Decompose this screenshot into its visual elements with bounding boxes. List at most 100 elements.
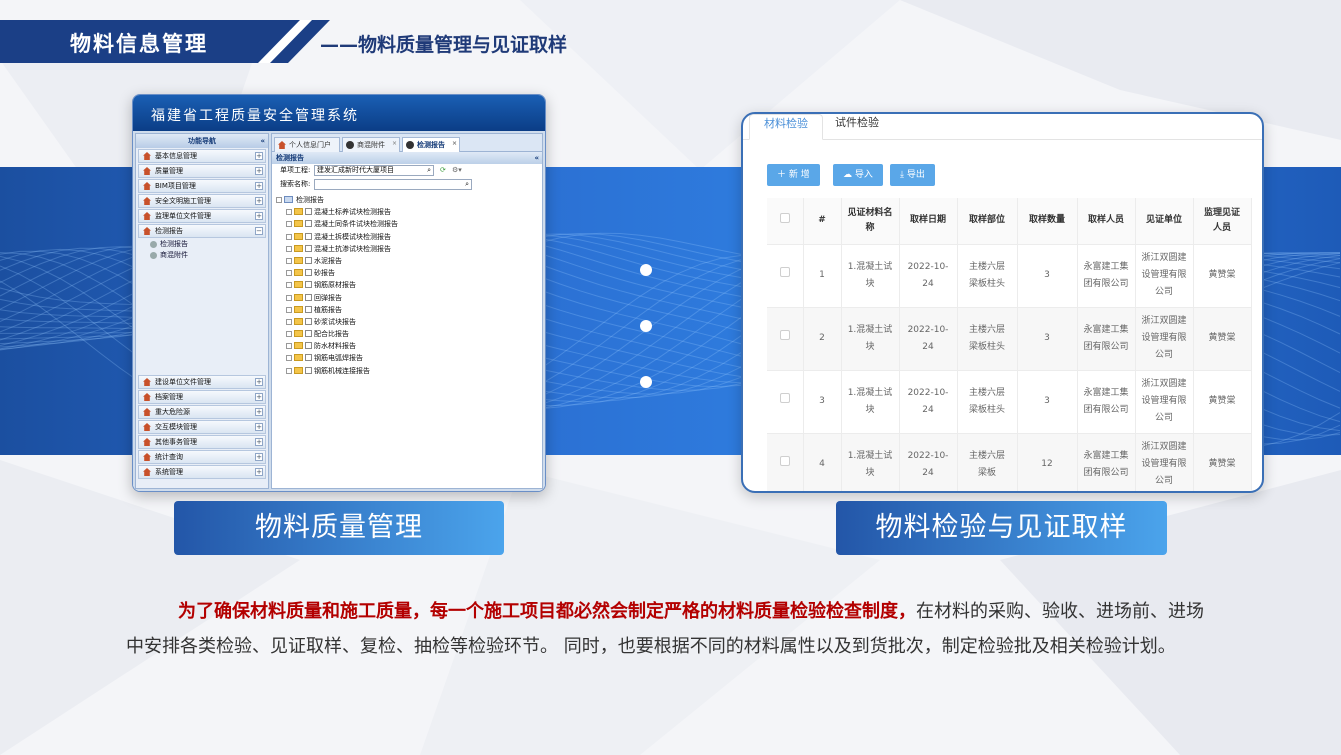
checkbox[interactable] (305, 269, 312, 277)
sidebar-subitem[interactable]: 商混附件 (136, 250, 268, 261)
checkbox[interactable] (305, 342, 312, 350)
dot-3[interactable] (640, 376, 652, 388)
collapse-icon[interactable]: « (534, 152, 539, 164)
checkbox[interactable] (305, 220, 312, 228)
tree-root[interactable]: 检测报告 (276, 194, 542, 206)
expand-toggle-icon[interactable] (286, 355, 292, 362)
checkbox[interactable] (305, 244, 312, 252)
expand-icon[interactable]: + (255, 468, 263, 476)
tree-item[interactable]: 防水材料报告 (276, 340, 542, 352)
row-checkbox[interactable] (767, 369, 804, 433)
checkbox[interactable] (305, 256, 312, 264)
expand-icon[interactable]: + (255, 423, 263, 431)
expand-toggle-icon[interactable] (286, 270, 292, 277)
checkbox[interactable] (305, 281, 312, 289)
expand-icon[interactable]: − (255, 227, 263, 235)
expand-toggle-icon[interactable] (286, 209, 292, 216)
row-checkbox[interactable] (767, 306, 804, 370)
expand-icon[interactable]: + (255, 167, 263, 175)
expand-toggle-icon[interactable] (286, 318, 292, 325)
expand-toggle-icon[interactable] (286, 343, 292, 350)
sidebar-item[interactable]: 档案管理 + (138, 390, 266, 404)
row-checkbox[interactable] (767, 243, 804, 307)
sidebar-item[interactable]: 统计查询 + (138, 450, 266, 464)
collapse-icon[interactable]: « (260, 134, 265, 148)
tab-specimen-inspection[interactable]: 试件检验 (821, 114, 893, 140)
sidebar-item[interactable]: 交互模块管理 + (138, 420, 266, 434)
table-row[interactable]: 2 1.混凝土试块 2022-10-24 主楼六层梁板柱头 3 永富建工集团有限公司 浙江双… (767, 306, 1252, 370)
expand-toggle-icon[interactable] (286, 282, 292, 289)
search-icon[interactable]: ⌕ (465, 180, 469, 189)
refresh-icon[interactable]: ⟳ (440, 164, 446, 177)
table-row[interactable]: 4 1.混凝土试块 2022-10-24 主楼六层梁板 12 永富建工集团有限公司 浙江双圆… (767, 432, 1252, 491)
export-button[interactable]: ⤓ 导出 (890, 164, 935, 186)
checkbox[interactable] (305, 305, 312, 313)
sidebar-item[interactable]: 系统管理 + (138, 465, 266, 479)
tab-test-report[interactable]: 检测报告 × (402, 137, 460, 152)
tree-item[interactable]: 钢筋机械连接报告 (276, 365, 542, 377)
expand-icon[interactable]: + (255, 393, 263, 401)
sidebar-item[interactable]: 监理单位文件管理 + (138, 209, 266, 223)
checkbox[interactable] (305, 208, 312, 216)
expand-icon[interactable]: + (255, 182, 263, 190)
collapse-toggle-icon[interactable] (276, 197, 282, 203)
table-row[interactable]: 1 1.混凝土试块 2022-10-24 主楼六层梁板柱头 3 永富建工集团有限公司 浙江双… (767, 243, 1252, 307)
tree-item[interactable]: 水泥报告 (276, 255, 542, 267)
sidebar-item[interactable]: 基本信息管理 + (138, 149, 266, 163)
sidebar-item[interactable]: 其他事务管理 + (138, 435, 266, 449)
checkbox[interactable] (305, 354, 312, 362)
table-row[interactable]: 3 1.混凝土试块 2022-10-24 主楼六层梁板柱头 3 永富建工集团有限公司 浙江双… (767, 369, 1252, 433)
checkbox[interactable] (305, 317, 312, 325)
import-button[interactable]: ☁ 导入 (833, 164, 883, 186)
tab-personal-portal[interactable]: 个人信息门户 (274, 137, 340, 152)
expand-toggle-icon[interactable] (286, 245, 292, 252)
tab-material-inspection[interactable]: 材料检验 (749, 114, 823, 140)
tree-item[interactable]: 植筋报告 (276, 304, 542, 316)
gear-icon[interactable]: ⚙▾ (452, 164, 462, 177)
close-icon[interactable]: × (392, 137, 397, 151)
sidebar-item[interactable]: BIM项目管理 + (138, 179, 266, 193)
tree-item[interactable]: 混凝土标养试块检测报告 (276, 206, 542, 218)
expand-toggle-icon[interactable] (286, 294, 292, 301)
tree-item[interactable]: 回弹报告 (276, 292, 542, 304)
dot-2[interactable] (640, 320, 652, 332)
expand-toggle-icon[interactable] (286, 331, 292, 338)
sidebar-item[interactable]: 质量管理 + (138, 164, 266, 178)
sidebar-item[interactable]: 安全文明施工管理 + (138, 194, 266, 208)
tree-item[interactable]: 混凝土同条件试块检测报告 (276, 218, 542, 230)
checkbox[interactable] (305, 293, 312, 301)
expand-icon[interactable]: + (255, 408, 263, 416)
sidebar-item[interactable]: 检测报告 − (138, 224, 266, 238)
add-button[interactable]: ＋ 新 增 (767, 164, 820, 186)
checkbox[interactable] (305, 330, 312, 338)
expand-toggle-icon[interactable] (286, 306, 292, 313)
expand-toggle-icon[interactable] (286, 257, 292, 264)
search-icon[interactable]: ⌕ (427, 166, 431, 175)
tree-item[interactable]: 配合比报告 (276, 328, 542, 340)
tab-concrete-attachment[interactable]: 商混附件 × (342, 137, 400, 152)
row-checkbox[interactable] (767, 432, 804, 491)
expand-toggle-icon[interactable] (286, 367, 292, 374)
expand-icon[interactable]: + (255, 152, 263, 160)
expand-icon[interactable]: + (255, 378, 263, 386)
expand-toggle-icon[interactable] (286, 221, 292, 228)
tree-item[interactable]: 砂浆试块报告 (276, 316, 542, 328)
expand-toggle-icon[interactable] (286, 233, 292, 240)
expand-icon[interactable]: + (255, 438, 263, 446)
checkbox[interactable] (305, 232, 312, 240)
tree-item[interactable]: 钢筋原材报告 (276, 279, 542, 291)
checkbox[interactable] (305, 366, 312, 374)
project-select[interactable]: 建发汇成新时代大厦项目 ⌕ (314, 165, 434, 176)
close-icon[interactable]: × (452, 137, 457, 151)
sidebar-item[interactable]: 重大危险源 + (138, 405, 266, 419)
sidebar-subitem[interactable]: 检测报告 (136, 239, 268, 250)
dot-1[interactable] (640, 264, 652, 276)
expand-icon[interactable]: + (255, 453, 263, 461)
tree-item[interactable]: 混凝土拆模试块检测报告 (276, 231, 542, 243)
sidebar-item[interactable]: 建设单位文件管理 + (138, 375, 266, 389)
expand-icon[interactable]: + (255, 212, 263, 220)
tree-item[interactable]: 混凝土抗渗试块检测报告 (276, 243, 542, 255)
search-input[interactable]: ⌕ (314, 179, 472, 190)
tree-item[interactable]: 钢筋电弧焊报告 (276, 352, 542, 364)
expand-icon[interactable]: + (255, 197, 263, 205)
